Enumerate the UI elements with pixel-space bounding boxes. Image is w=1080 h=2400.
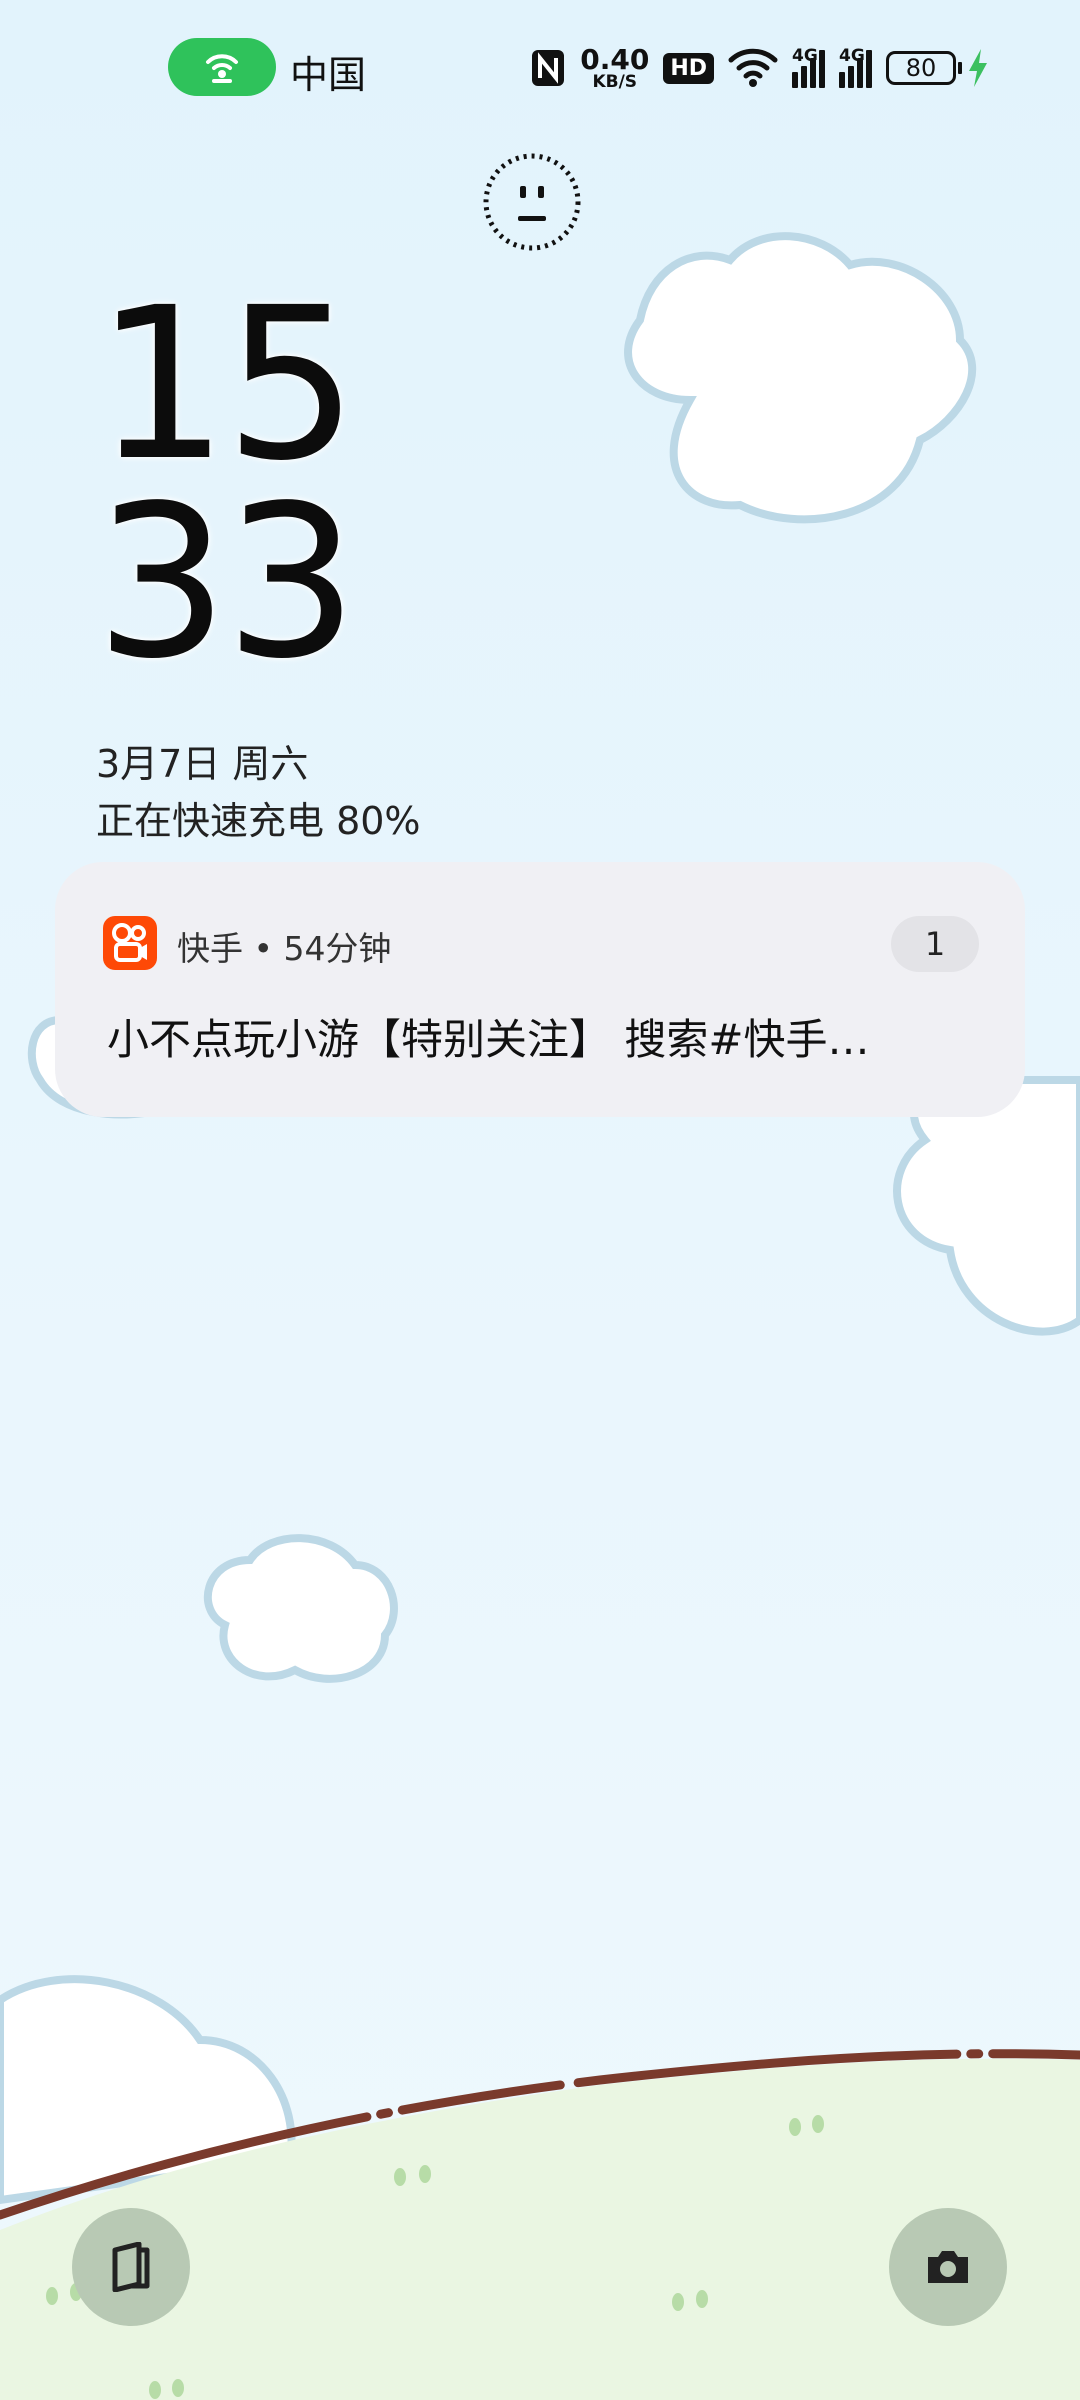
wifi-icon <box>728 48 778 87</box>
wallet-shortcut-button[interactable] <box>72 2208 190 2326</box>
kuaishou-app-icon <box>103 916 157 970</box>
status-icons: 0.40 KB/S HD 4G 4G 80 <box>530 40 988 96</box>
hotspot-icon <box>206 54 238 83</box>
signal-sim2-icon: 4G <box>839 46 872 88</box>
notification-card[interactable]: 快手 • 54分钟 1 小不点玩小游【特别关注】 搜索#快手… <box>55 862 1025 1117</box>
camera-icon <box>928 2251 968 2283</box>
notification-app-meta: 快手 • 54分钟 <box>177 929 392 968</box>
notification-text: 小不点玩小游【特别关注】 搜索#快手… <box>107 1015 870 1064</box>
network-speed: 0.40 KB/S <box>580 42 650 92</box>
hotspot-indicator[interactable] <box>168 38 276 96</box>
charging-status: 正在快速充电 80% <box>96 799 421 843</box>
clock-hour: 15 <box>95 262 358 507</box>
clock-minute: 33 <box>95 460 358 705</box>
nfc-icon <box>532 50 565 86</box>
hd-voice-badge: HD <box>663 52 714 84</box>
notification-count-badge[interactable]: 1 <box>891 916 979 972</box>
carrier-name: 中国 <box>290 53 367 97</box>
camera-shortcut-button[interactable] <box>889 2208 1007 2326</box>
battery-indicator: 80 <box>886 49 988 87</box>
charging-bolt-icon <box>969 49 987 87</box>
battery-level: 80 <box>886 51 956 85</box>
face-unlock-icon[interactable] <box>482 152 582 252</box>
signal-sim1-icon: 4G <box>792 46 825 88</box>
wallet-icon <box>112 2242 150 2292</box>
date-text: 3月7日 周六 <box>96 742 309 786</box>
